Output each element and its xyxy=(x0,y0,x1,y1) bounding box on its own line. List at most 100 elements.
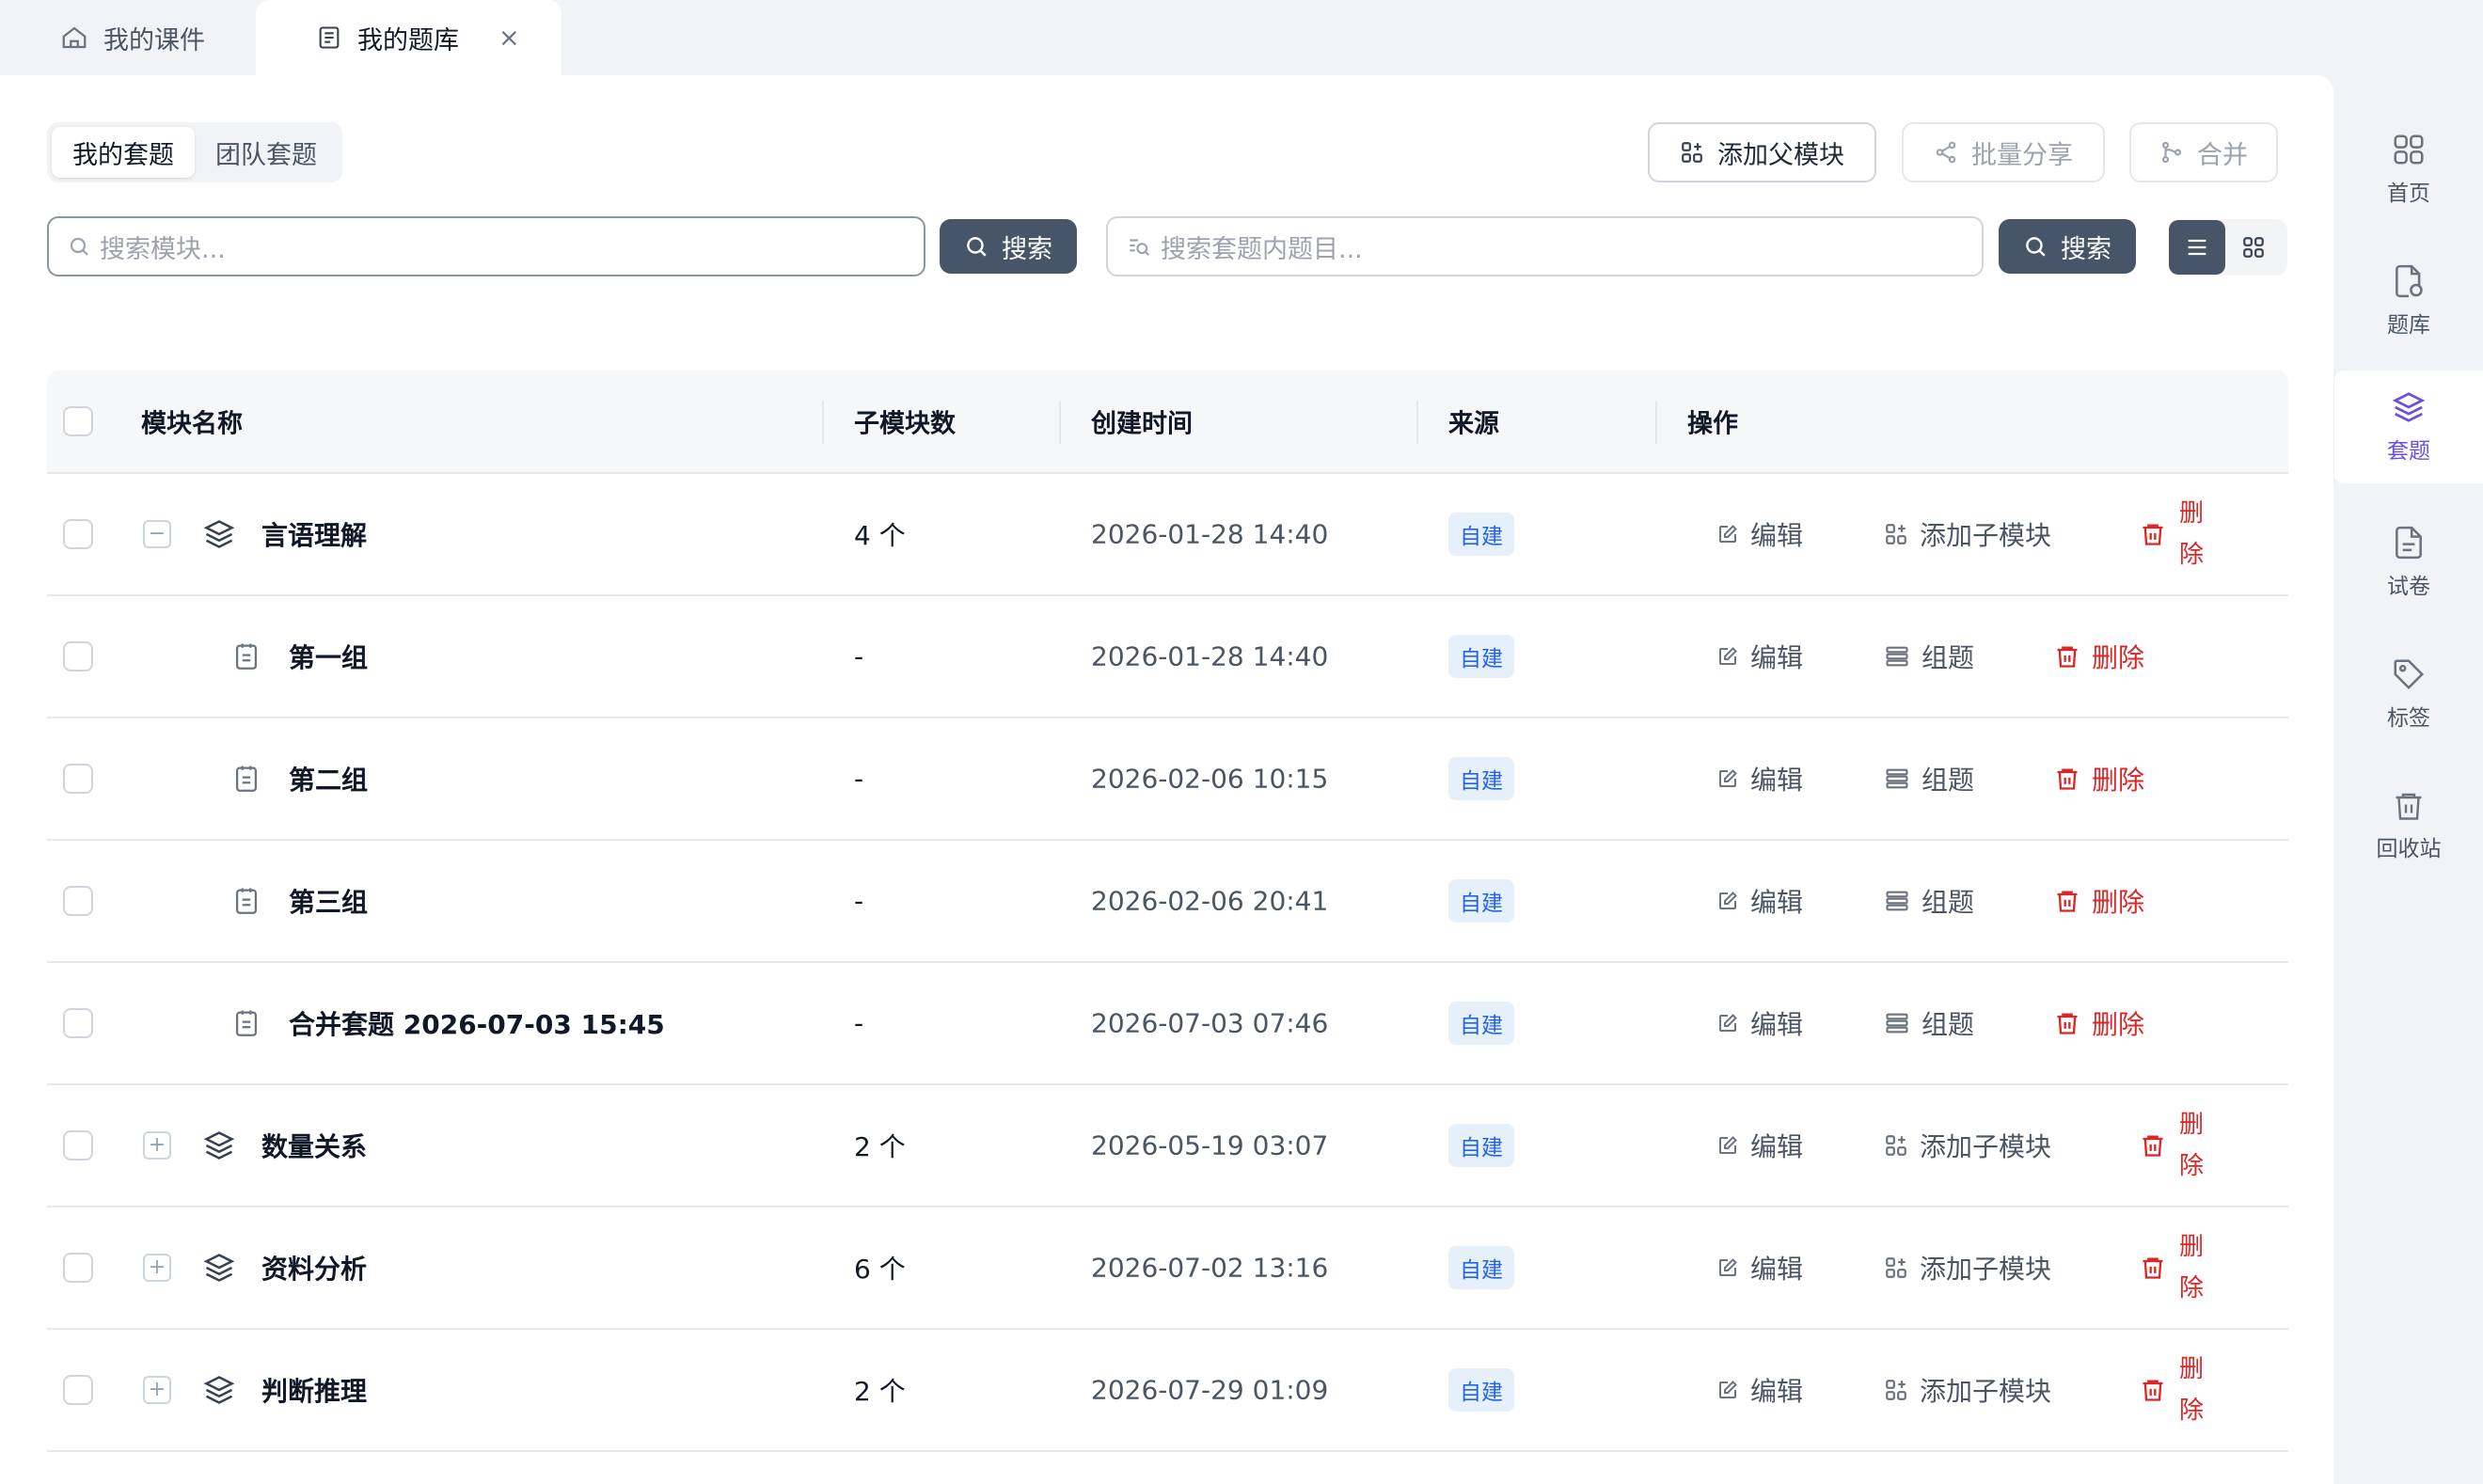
module-name[interactable]: 第二组 xyxy=(289,760,368,797)
edit-icon xyxy=(1716,890,1739,912)
compose-questions-button[interactable]: 组题 xyxy=(1884,882,1974,920)
edit-button[interactable]: 编辑 xyxy=(1716,1004,1803,1042)
edit-button[interactable]: 编辑 xyxy=(1716,1127,1803,1164)
button-label: 批量分享 xyxy=(1971,140,2073,170)
list-view-button[interactable] xyxy=(2169,220,2225,275)
module-search-input[interactable]: 搜索模块... xyxy=(47,216,925,276)
sidebar-item-sets[interactable]: 套题 xyxy=(2334,371,2483,483)
delete-button[interactable]: 删除 xyxy=(2054,882,2144,920)
collapse-icon[interactable]: − xyxy=(143,520,171,548)
module-name[interactable]: 第一组 xyxy=(289,638,368,675)
created-time: 2026-01-28 14:40 xyxy=(1091,640,1329,672)
row-checkbox[interactable] xyxy=(63,641,93,671)
button-label: 搜索 xyxy=(1002,234,1052,264)
header-created-time: 创建时间 xyxy=(1091,409,1193,439)
row-checkbox[interactable] xyxy=(63,1375,93,1405)
module-name[interactable]: 合并套题 2026-07-03 15:45 xyxy=(289,1004,665,1042)
header-child-count: 子模块数 xyxy=(854,409,956,439)
trash-icon xyxy=(2392,789,2426,823)
sidebar-label: 首页 xyxy=(2387,182,2430,206)
segment-team-sets[interactable]: 团队套题 xyxy=(195,127,338,178)
layers-icon xyxy=(202,1251,236,1285)
sidebar-item-recycle-bin[interactable]: 回收站 xyxy=(2334,769,2483,882)
table-row: 第一组 - 2026-01-28 14:40 自建 编辑 组题 删除 xyxy=(47,596,2288,718)
child-count: - xyxy=(854,640,864,672)
main-panel: 我的套题 团队套题 添加父模块 批量分享 合并 搜索模块... 搜索 搜索套题内… xyxy=(0,75,2333,1484)
module-name[interactable]: 判断推理 xyxy=(261,1371,367,1409)
list-stack-icon xyxy=(1884,1010,1910,1036)
source-badge: 自建 xyxy=(1448,1002,1514,1045)
grid-view-button[interactable] xyxy=(2225,220,2282,275)
batch-share-button[interactable]: 批量分享 xyxy=(1902,122,2105,182)
module-name[interactable]: 数量关系 xyxy=(261,1127,367,1164)
delete-button[interactable]: 删除 xyxy=(2054,638,2144,675)
trash-icon xyxy=(2140,1377,2166,1403)
compose-questions-button[interactable]: 组题 xyxy=(1884,760,1974,797)
add-child-module-button[interactable]: 添加子模块 xyxy=(1884,1371,2051,1409)
compose-questions-button[interactable]: 组题 xyxy=(1884,1004,1974,1042)
delete-button[interactable]: 删除 xyxy=(2140,493,2206,576)
edit-button[interactable]: 编辑 xyxy=(1716,1371,1803,1409)
module-name[interactable]: 资料分析 xyxy=(261,1249,367,1287)
expand-icon[interactable]: + xyxy=(143,1376,171,1404)
delete-button[interactable]: 删除 xyxy=(2140,1349,2206,1431)
row-checkbox[interactable] xyxy=(63,1008,93,1038)
grid-plus-icon xyxy=(1884,522,1908,546)
add-parent-module-button[interactable]: 添加父模块 xyxy=(1648,122,1876,182)
table-row: 合并套题 2026-07-03 15:45 - 2026-07-03 07:46 自建… xyxy=(47,963,2288,1085)
source-badge: 自建 xyxy=(1448,635,1514,678)
action-label: 编辑 xyxy=(1750,1376,1804,1407)
add-child-module-button[interactable]: 添加子模块 xyxy=(1884,1249,2051,1287)
sidebar-label: 标签 xyxy=(2387,706,2430,731)
row-checkbox[interactable] xyxy=(63,886,93,916)
tab-my-question-bank[interactable]: 我的题库 × xyxy=(256,0,561,75)
select-all-checkbox[interactable] xyxy=(63,406,93,436)
expand-icon[interactable]: + xyxy=(143,1131,171,1160)
delete-button[interactable]: 删除 xyxy=(2140,1104,2206,1187)
edit-button[interactable]: 编辑 xyxy=(1716,760,1803,797)
module-search-button[interactable]: 搜索 xyxy=(940,219,1077,274)
sidebar-item-papers[interactable]: 试卷 xyxy=(2334,506,2483,619)
add-child-module-button[interactable]: 添加子模块 xyxy=(1884,1127,2051,1164)
search-icon xyxy=(2023,234,2048,259)
list-stack-icon xyxy=(1884,766,1910,792)
delete-char-1: 删 xyxy=(2178,1111,2204,1139)
edit-button[interactable]: 编辑 xyxy=(1716,1249,1803,1287)
created-time: 2026-07-03 07:46 xyxy=(1091,1007,1329,1039)
edit-button[interactable]: 编辑 xyxy=(1716,515,1803,553)
question-search-button[interactable]: 搜索 xyxy=(1999,219,2136,274)
question-search-input[interactable]: 搜索套题内题目... xyxy=(1106,216,1984,276)
compose-questions-button[interactable]: 组题 xyxy=(1884,638,1974,675)
table-header: 模块名称 子模块数 创建时间 来源 操作 xyxy=(47,371,2288,474)
row-checkbox[interactable] xyxy=(63,519,93,549)
list-stack-icon xyxy=(1884,888,1910,914)
row-checkbox[interactable] xyxy=(63,1130,93,1160)
tab-my-courseware[interactable]: 我的课件 xyxy=(0,0,246,75)
share-icon xyxy=(1934,140,1958,165)
row-checkbox[interactable] xyxy=(63,1253,93,1283)
row-checkbox[interactable] xyxy=(63,764,93,794)
table-row: + 判断推理 2 个 2026-07-29 01:09 自建 编辑 添加子模块 删除 xyxy=(47,1330,2288,1452)
module-name[interactable]: 第三组 xyxy=(289,882,368,920)
merge-button[interactable]: 合并 xyxy=(2129,122,2278,182)
created-time: 2026-01-28 14:40 xyxy=(1091,518,1329,550)
tab-bar: 我的课件 我的题库 × xyxy=(0,0,2333,75)
delete-button[interactable]: 删除 xyxy=(2140,1226,2206,1309)
module-name[interactable]: 言语理解 xyxy=(261,515,367,553)
action-label: 添加子模块 xyxy=(1920,1131,2052,1162)
add-child-module-button[interactable]: 添加子模块 xyxy=(1884,515,2051,553)
delete-char-1: 删 xyxy=(2178,1355,2204,1383)
edit-button[interactable]: 编辑 xyxy=(1716,638,1803,675)
sidebar-item-tags[interactable]: 标签 xyxy=(2334,638,2483,750)
delete-button[interactable]: 删除 xyxy=(2054,760,2144,797)
delete-button[interactable]: 删除 xyxy=(2054,1004,2144,1042)
table-body: − 言语理解 4 个 2026-01-28 14:40 自建 编辑 添加子模块删除第一组 -2… xyxy=(47,474,2288,1452)
sidebar-item-home[interactable]: 首页 xyxy=(2334,113,2483,226)
segment-my-sets[interactable]: 我的套题 xyxy=(52,127,195,178)
search-list-icon xyxy=(1127,234,1151,259)
edit-button[interactable]: 编辑 xyxy=(1716,882,1803,920)
expand-icon[interactable]: + xyxy=(143,1254,171,1282)
close-icon[interactable]: × xyxy=(498,24,520,53)
module-search-placeholder: 搜索模块... xyxy=(100,234,226,264)
sidebar-item-question-bank[interactable]: 题库 xyxy=(2334,245,2483,357)
